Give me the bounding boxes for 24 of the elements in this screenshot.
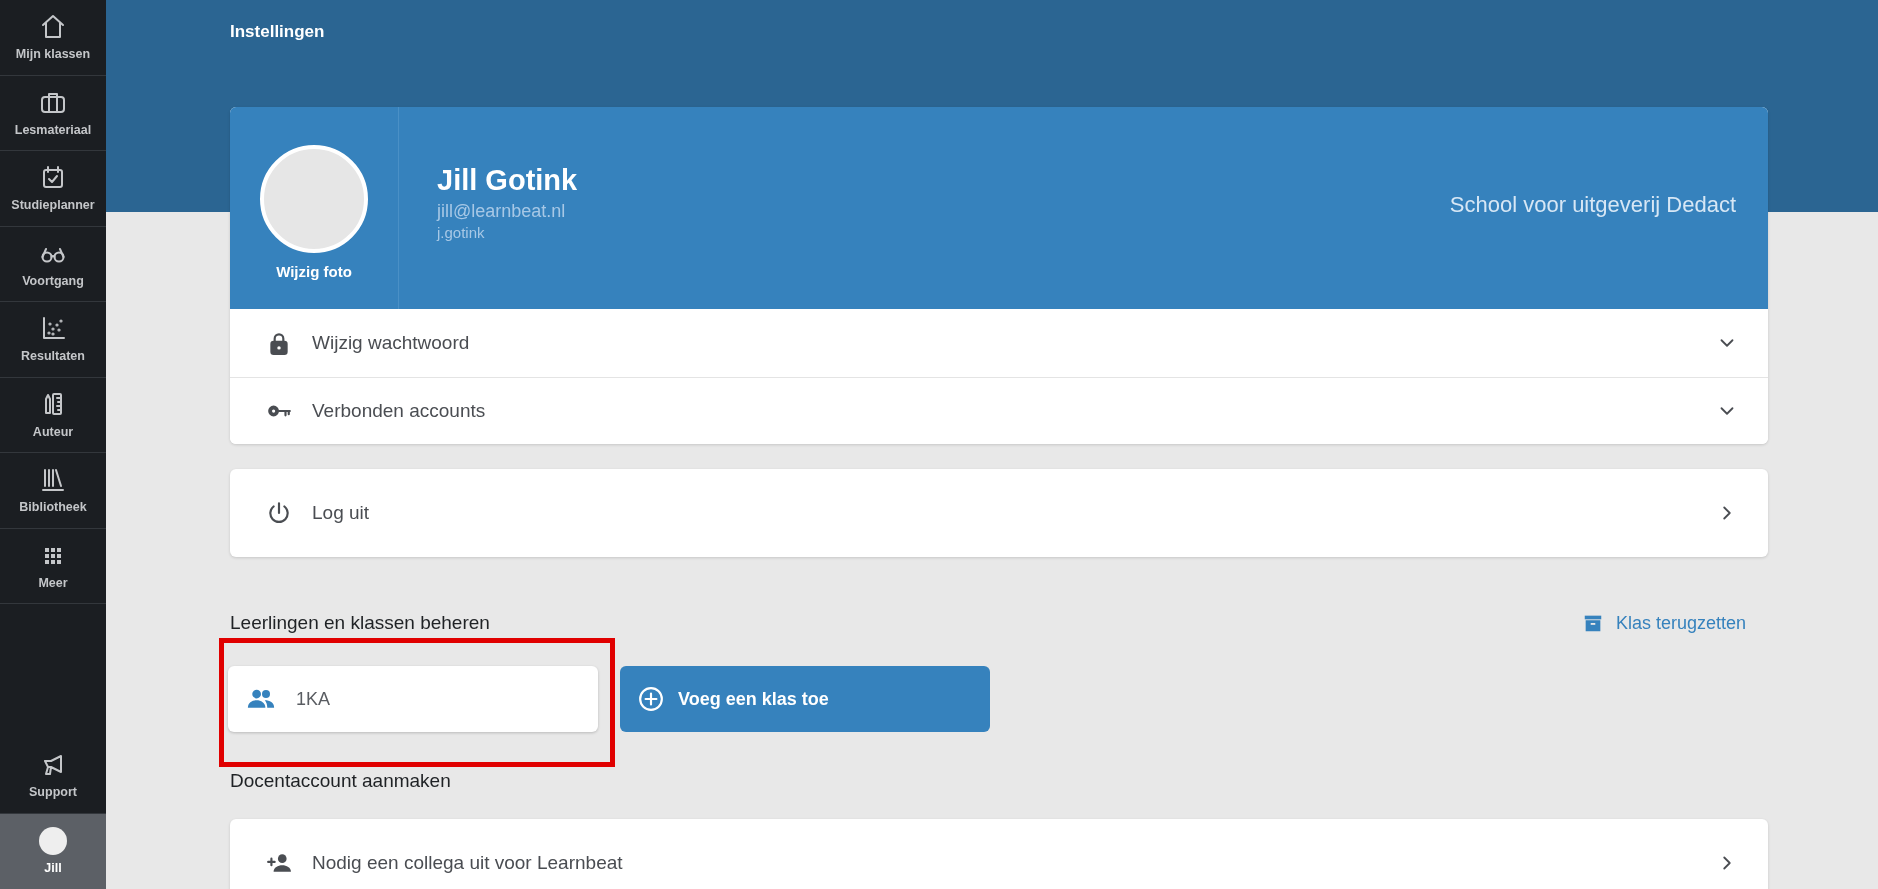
sidebar-item[interactable]: Bibliotheek [0, 453, 106, 529]
school-name: School voor uitgeverij Dedact [1449, 192, 1737, 219]
plus-circle-icon [638, 686, 664, 712]
class-card[interactable]: 1KA [228, 666, 598, 732]
sidebar-item[interactable]: Jill [0, 813, 106, 889]
invite-row[interactable]: Nodig een collega uit voor Learnbeat [230, 819, 1768, 889]
section-title: Docentaccount aanmaken [230, 770, 452, 792]
settings-row[interactable]: Wijzig wachtwoord [230, 309, 1768, 377]
user-name: Jill Gotink [437, 163, 578, 197]
sidebar-item[interactable]: Resultaten [0, 302, 106, 378]
power-icon [266, 500, 292, 526]
page-title: Instellingen [230, 21, 326, 43]
logout-row[interactable]: Log uit [230, 469, 1768, 557]
add-class-button[interactable]: Voeg een klas toe [620, 666, 990, 732]
sidebar-item[interactable]: Meer [0, 528, 106, 604]
sidebar-item[interactable]: Auteur [0, 377, 106, 453]
sidebar-item[interactable]: Support [0, 738, 106, 814]
settings-row[interactable]: Verbonden accounts [230, 376, 1768, 444]
username: j.gotink [437, 223, 486, 241]
user-email: jill@learnbeat.nl [437, 200, 567, 222]
change-photo-link[interactable]: Wijzig foto [276, 262, 352, 280]
sidebar-item[interactable]: Voortgang [0, 226, 106, 302]
section-title: Leerlingen en klassen beheren [230, 612, 490, 634]
avatar-placeholder [39, 827, 67, 856]
